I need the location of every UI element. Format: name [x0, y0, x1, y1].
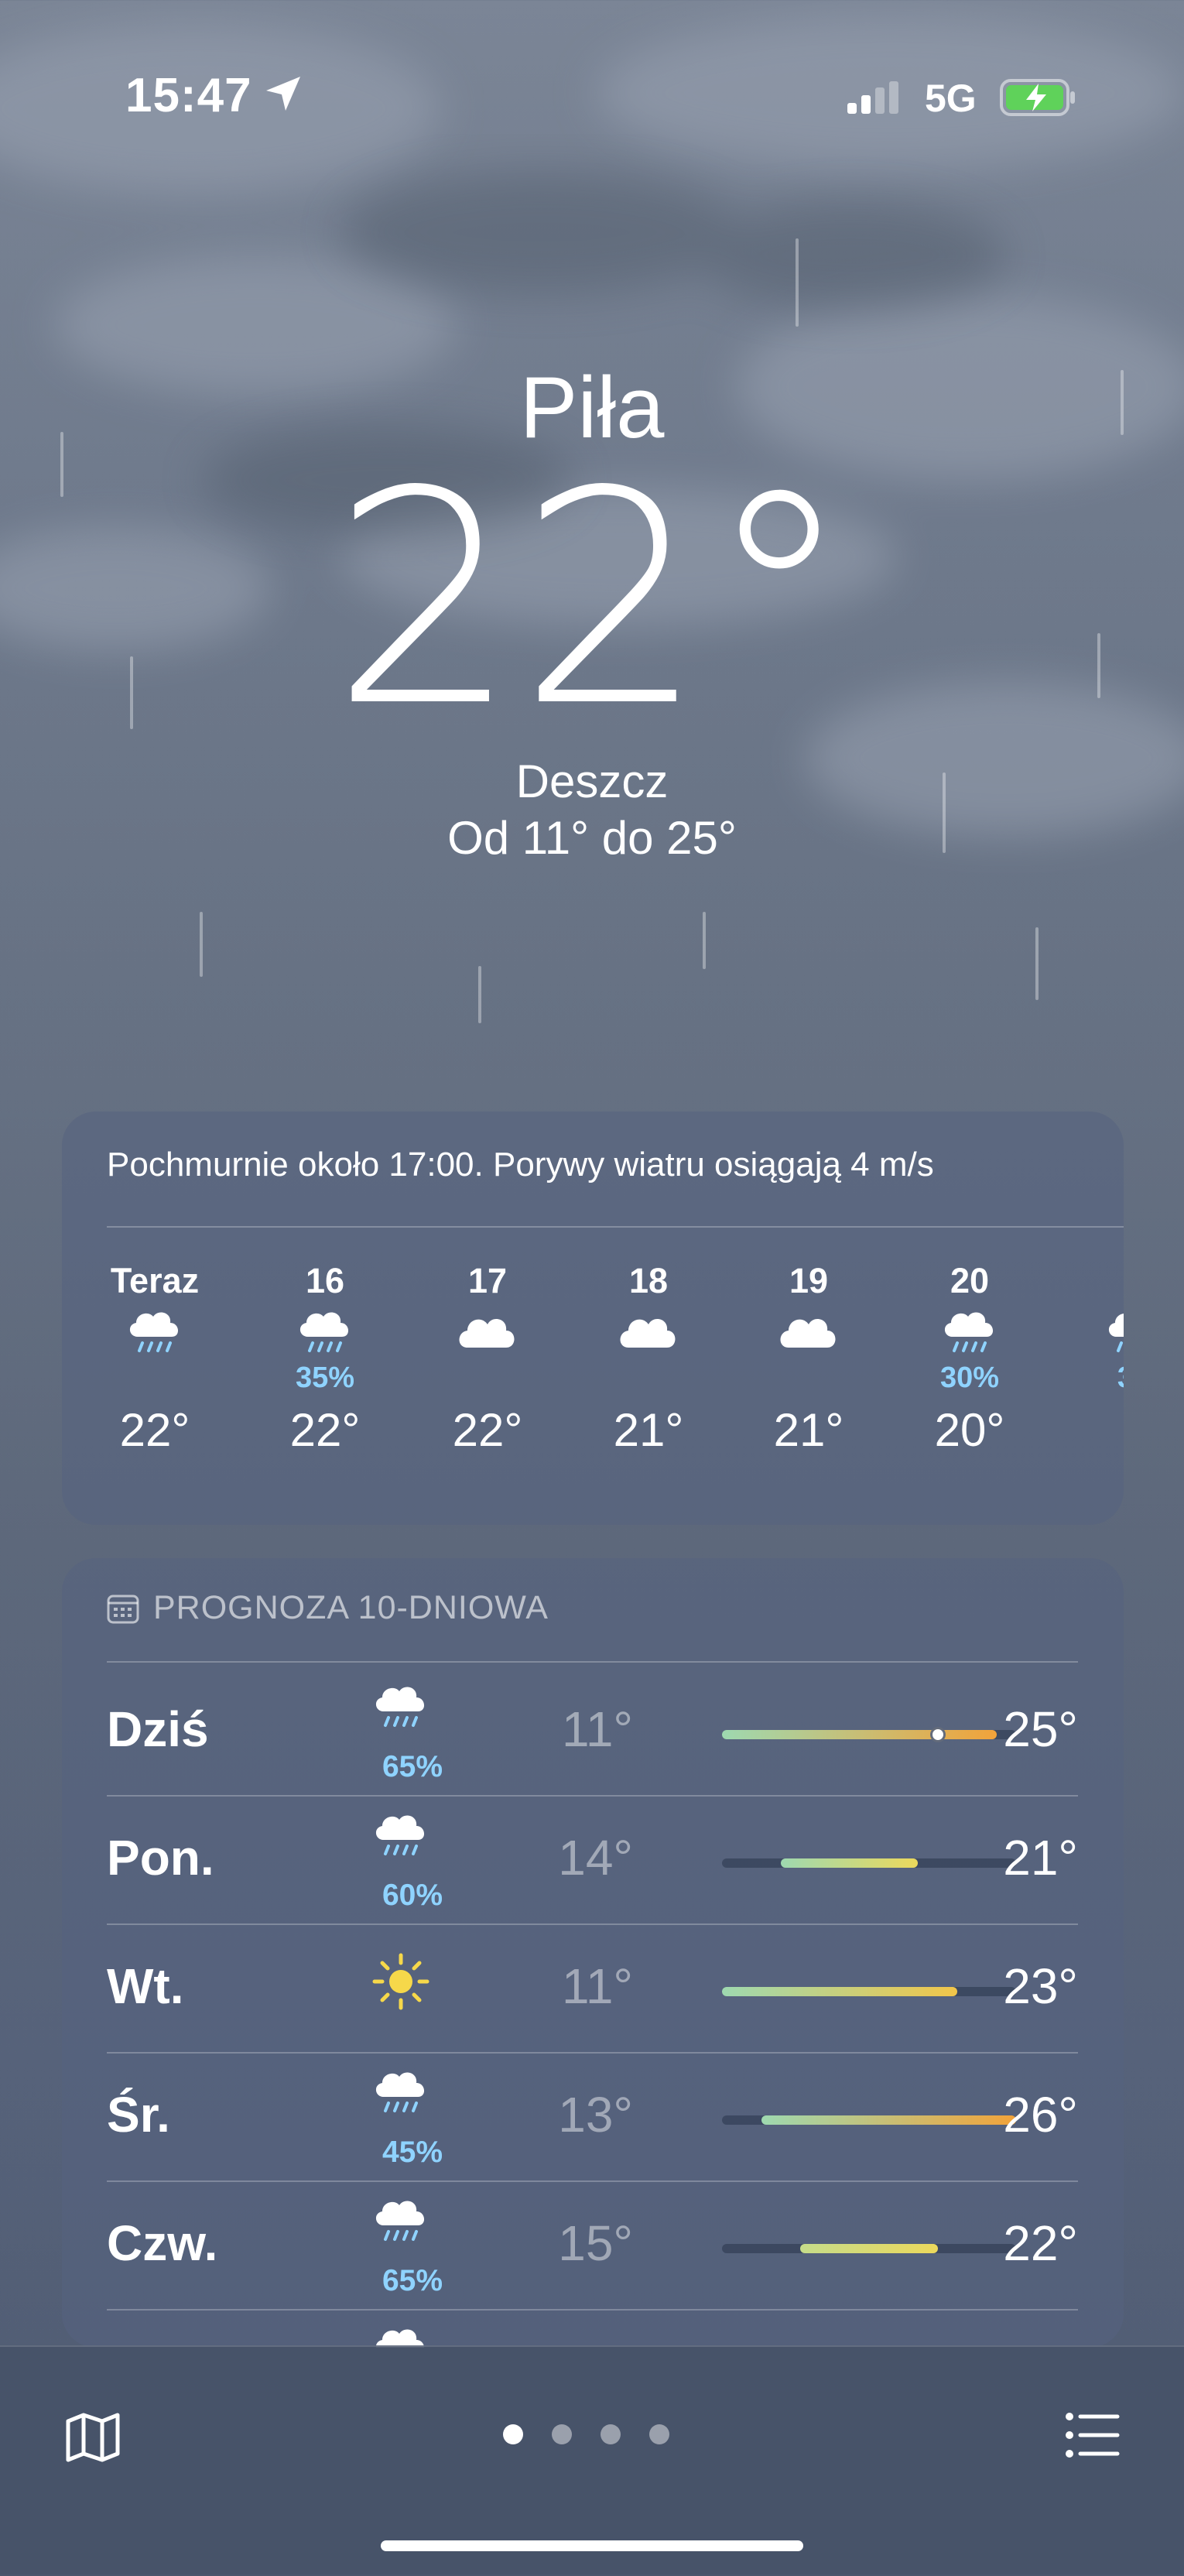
battery-charging-icon — [1000, 79, 1075, 116]
daily-forecast-card[interactable]: PROGNOZA 10-DNIOWA Dziś 65% 11° 25° Pon. 60% 1… — [62, 1558, 1124, 2348]
hourly-item: 17 22° — [426, 1261, 549, 1457]
status-bar: 15:47 5G — [0, 0, 1184, 194]
rain-cloud-icon — [370, 2196, 455, 2266]
hour-temperature: 22° — [452, 1404, 523, 1456]
hour-label: 2 — [1072, 1261, 1124, 1307]
cloud-icon — [587, 1307, 710, 1385]
hour-label: Teraz — [110, 1261, 200, 1300]
day-name: Pon. — [107, 1830, 214, 1886]
precip-probability: 45% — [382, 2136, 443, 2169]
hourly-forecast-card[interactable]: Pochmurnie około 17:00. Porywy wiatru os… — [62, 1112, 1124, 1525]
page-dot-location[interactable] — [503, 2424, 523, 2444]
temperature-range-bar — [722, 1858, 1016, 1868]
high-temperature: 23° — [1003, 1958, 1078, 2014]
list-icon[interactable] — [1065, 2412, 1121, 2458]
precip-probability: 65% — [382, 2264, 443, 2297]
status-time: 15:47 — [125, 69, 252, 122]
location-arrow-icon — [266, 77, 300, 111]
temperature-range-fill — [761, 2115, 1016, 2125]
low-temperature: 11° — [561, 1958, 633, 2014]
hour-temperature: 1 — [1072, 1403, 1124, 1457]
temperature-range-fill — [800, 2244, 938, 2253]
current-temperature: 22° — [331, 428, 853, 771]
temperature-range: Od 11° do 25° — [447, 812, 737, 864]
hourly-item: 20 30% 20° — [908, 1261, 1032, 1457]
map-icon[interactable] — [65, 2409, 121, 2465]
rain-cloud-icon: 30% — [908, 1307, 1032, 1394]
rain-cloud-icon — [370, 1810, 455, 1880]
low-temperature: 14° — [558, 1830, 633, 1886]
page-dot[interactable] — [601, 2424, 621, 2444]
rain-cloud-icon — [370, 2324, 455, 2348]
temperature-range-bar — [722, 2244, 1016, 2253]
network-type: 5G — [925, 77, 977, 120]
temperature-range-bar — [722, 1987, 1016, 1996]
daily-forecast-title: PROGNOZA 10-DNIOWA — [153, 1589, 549, 1626]
home-indicator[interactable] — [381, 2540, 803, 2551]
temperature-range-fill — [722, 1730, 997, 1739]
hourly-item: 16 35% 22° — [263, 1261, 387, 1457]
temperature-range-bar — [722, 2115, 1016, 2125]
daily-row[interactable]: Dziś 65% 11° 25° — [107, 1667, 1078, 1795]
hour-label: 16 — [305, 1261, 345, 1300]
low-temperature: 11° — [561, 1701, 633, 1757]
day-name: Czw. — [107, 2215, 218, 2271]
hour-label: 20 — [950, 1261, 990, 1300]
hour-temperature: 22° — [289, 1404, 361, 1456]
hourly-item: Teraz 22° — [93, 1261, 217, 1457]
precip-probability: 60% — [382, 1879, 443, 1912]
hour-label: 19 — [789, 1261, 829, 1300]
daily-row[interactable]: Wt. 11° 23° — [107, 1923, 1078, 2052]
current-temp-dot — [929, 1727, 946, 1742]
high-temperature: 26° — [1003, 2087, 1078, 2143]
precip-probability: 65% — [382, 1750, 443, 1783]
hour-temperature: 22° — [119, 1404, 190, 1456]
rain-cloud-icon — [370, 1682, 455, 1752]
day-name: Wt. — [107, 1958, 184, 2014]
hour-label: 17 — [467, 1261, 508, 1300]
cloud-icon — [426, 1307, 549, 1385]
hour-temperature: 21° — [773, 1404, 844, 1456]
day-name: Śr. — [107, 2087, 170, 2143]
current-condition: Deszcz — [515, 755, 669, 807]
day-name: Dziś — [107, 1701, 209, 1757]
page-dot[interactable] — [552, 2424, 572, 2444]
divider — [107, 1226, 1124, 1228]
rain-cloud-icon — [93, 1307, 217, 1385]
low-temperature: 13° — [558, 2087, 633, 2143]
hourly-item: 18 21° — [587, 1261, 710, 1457]
temperature-range-fill — [781, 1858, 919, 1868]
temperature-range-fill — [722, 1987, 957, 1996]
low-temperature: 15° — [558, 2215, 633, 2271]
hourly-summary: Pochmurnie około 17:00. Porywy wiatru os… — [107, 1146, 934, 1184]
precip-probability: 35 — [1072, 1362, 1124, 1395]
divider — [107, 1661, 1078, 1663]
high-temperature: 22° — [1003, 2215, 1078, 2271]
high-temperature: 25° — [1003, 1701, 1078, 1757]
hour-label: 18 — [628, 1261, 669, 1300]
precip-probability: 30% — [939, 1362, 1000, 1394]
temperature-range-bar — [722, 1727, 1016, 1742]
signal-icon — [847, 81, 898, 114]
rain-cloud-icon: 35% — [263, 1307, 387, 1394]
hour-temperature: 21° — [613, 1404, 684, 1456]
hourly-item: 19 21° — [747, 1261, 871, 1457]
hour-temperature: 20° — [934, 1404, 1005, 1456]
sun-icon — [370, 1951, 455, 2020]
daily-row[interactable]: Pon. 60% 14° 21° — [107, 1795, 1078, 1923]
precip-probability: 35% — [295, 1362, 355, 1394]
high-temperature: 21° — [1003, 1830, 1078, 1886]
daily-row[interactable]: Śr. 45% 13° 26° — [107, 2052, 1078, 2180]
rain-cloud-icon — [370, 2067, 455, 2137]
cloud-icon — [747, 1307, 871, 1385]
hourly-item: 2 35 1 — [1072, 1261, 1124, 1457]
daily-row[interactable]: Czw. 65% 15° 22° — [107, 2180, 1078, 2309]
page-dot[interactable] — [649, 2424, 669, 2444]
rain-cloud-icon: 35 — [1072, 1307, 1124, 1394]
divider — [107, 2309, 1078, 2311]
page-indicator[interactable] — [503, 2424, 689, 2448]
